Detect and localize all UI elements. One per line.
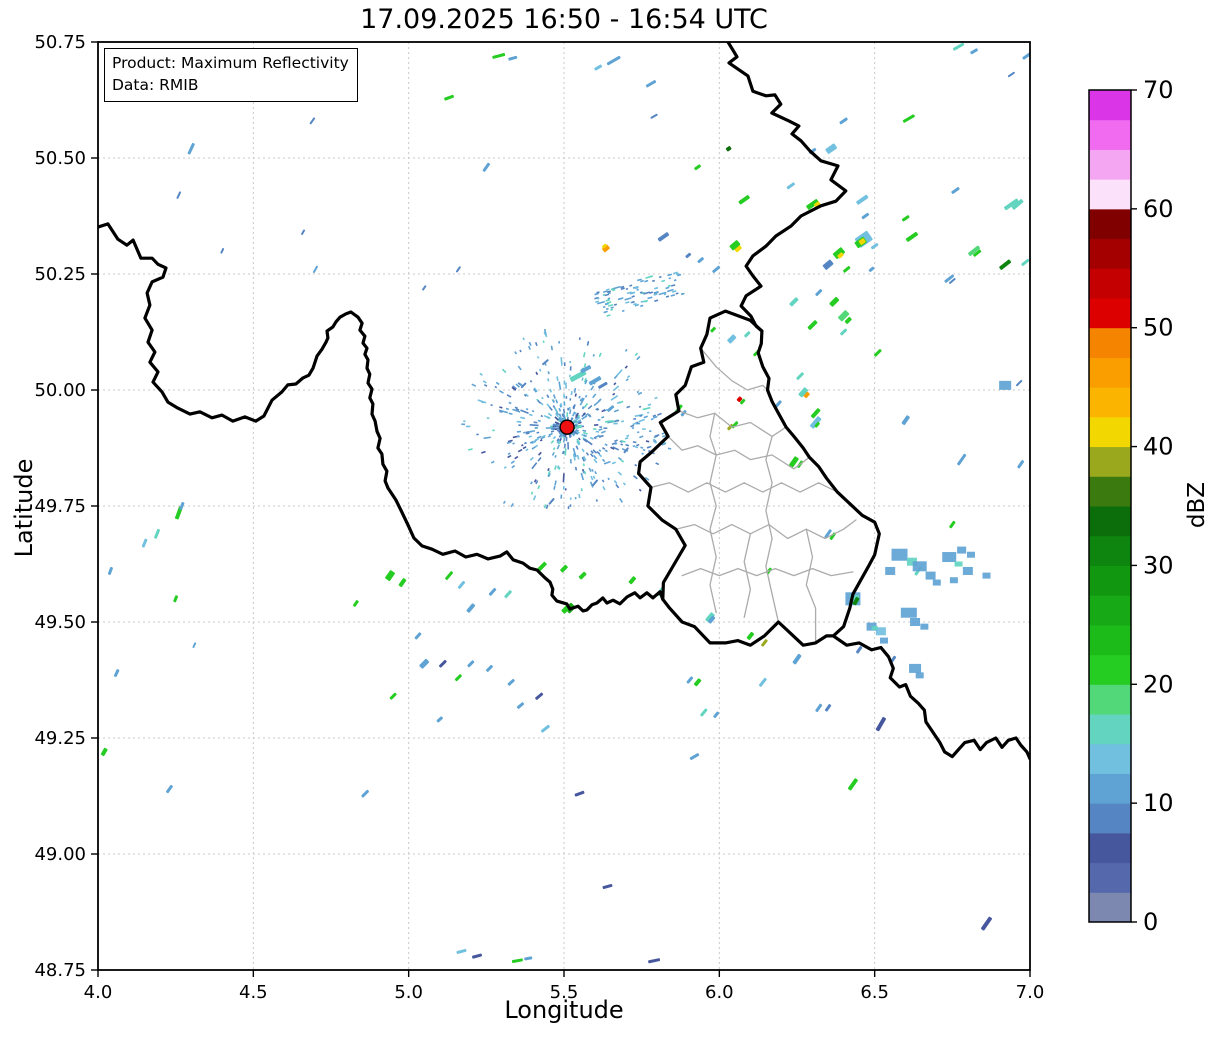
colorbar-tick-label: 20 [1143,670,1174,698]
radar-figure: 4.0 4.5 5.0 5.5 6.0 6.5 7.0 48.75 49.00 49.25 49.5… [0,0,1219,1040]
colorbar-tick-label: 60 [1143,195,1174,223]
y-tick-label: 49.75 [34,496,86,517]
colorbar-label: dBZ [1184,481,1210,529]
colorbar-tick-label: 40 [1143,433,1174,461]
radar-site-marker [559,419,575,435]
y-tick-label: 48.75 [34,960,86,981]
map-content-layer [98,42,1030,964]
y-tick-label: 50.00 [34,380,86,401]
map-plot-canvas: 4.0 4.5 5.0 5.5 6.0 6.5 7.048.7549.0049.2549.5… [34,32,1174,1003]
colorbar: 0 10 20 30 40 50 60 70 [1088,76,1174,936]
x-axis-label: Longitude [504,996,624,1024]
y-tick-label: 50.75 [34,32,86,53]
y-tick-label: 49.50 [34,612,86,633]
data-source-label: Data: RMIB [112,76,199,95]
colorbar-tick-label: 70 [1143,76,1174,104]
gridlines [98,42,1030,970]
colorbar-tick-label: 30 [1143,551,1174,579]
radar-echo-layer [100,42,1030,964]
y-tick-label: 50.50 [34,148,86,169]
y-tick-label: 49.00 [34,844,86,865]
y-tick-label: 49.25 [34,728,86,749]
product-annotation-box: Product: Maximum Reflectivity Data: RMIB [104,48,358,102]
admin-border-lines [650,347,857,644]
colorbar-tick-label: 10 [1143,789,1174,817]
product-label: Product: Maximum Reflectivity [112,54,349,72]
figure-title: 17.09.2025 16:50 - 16:54 UTC [360,4,768,35]
colorbar-tick-label: 0 [1143,908,1158,936]
country-border-lines [98,42,1030,761]
axes-frame [91,41,1031,977]
y-tick-label: 50.25 [34,264,86,285]
y-axis-label: Latitude [10,458,38,558]
colorbar-tick-label: 50 [1143,314,1174,342]
tick-labels: 4.0 4.5 5.0 5.5 6.0 6.5 7.048.7549.0049.2549.5… [34,32,1044,1003]
